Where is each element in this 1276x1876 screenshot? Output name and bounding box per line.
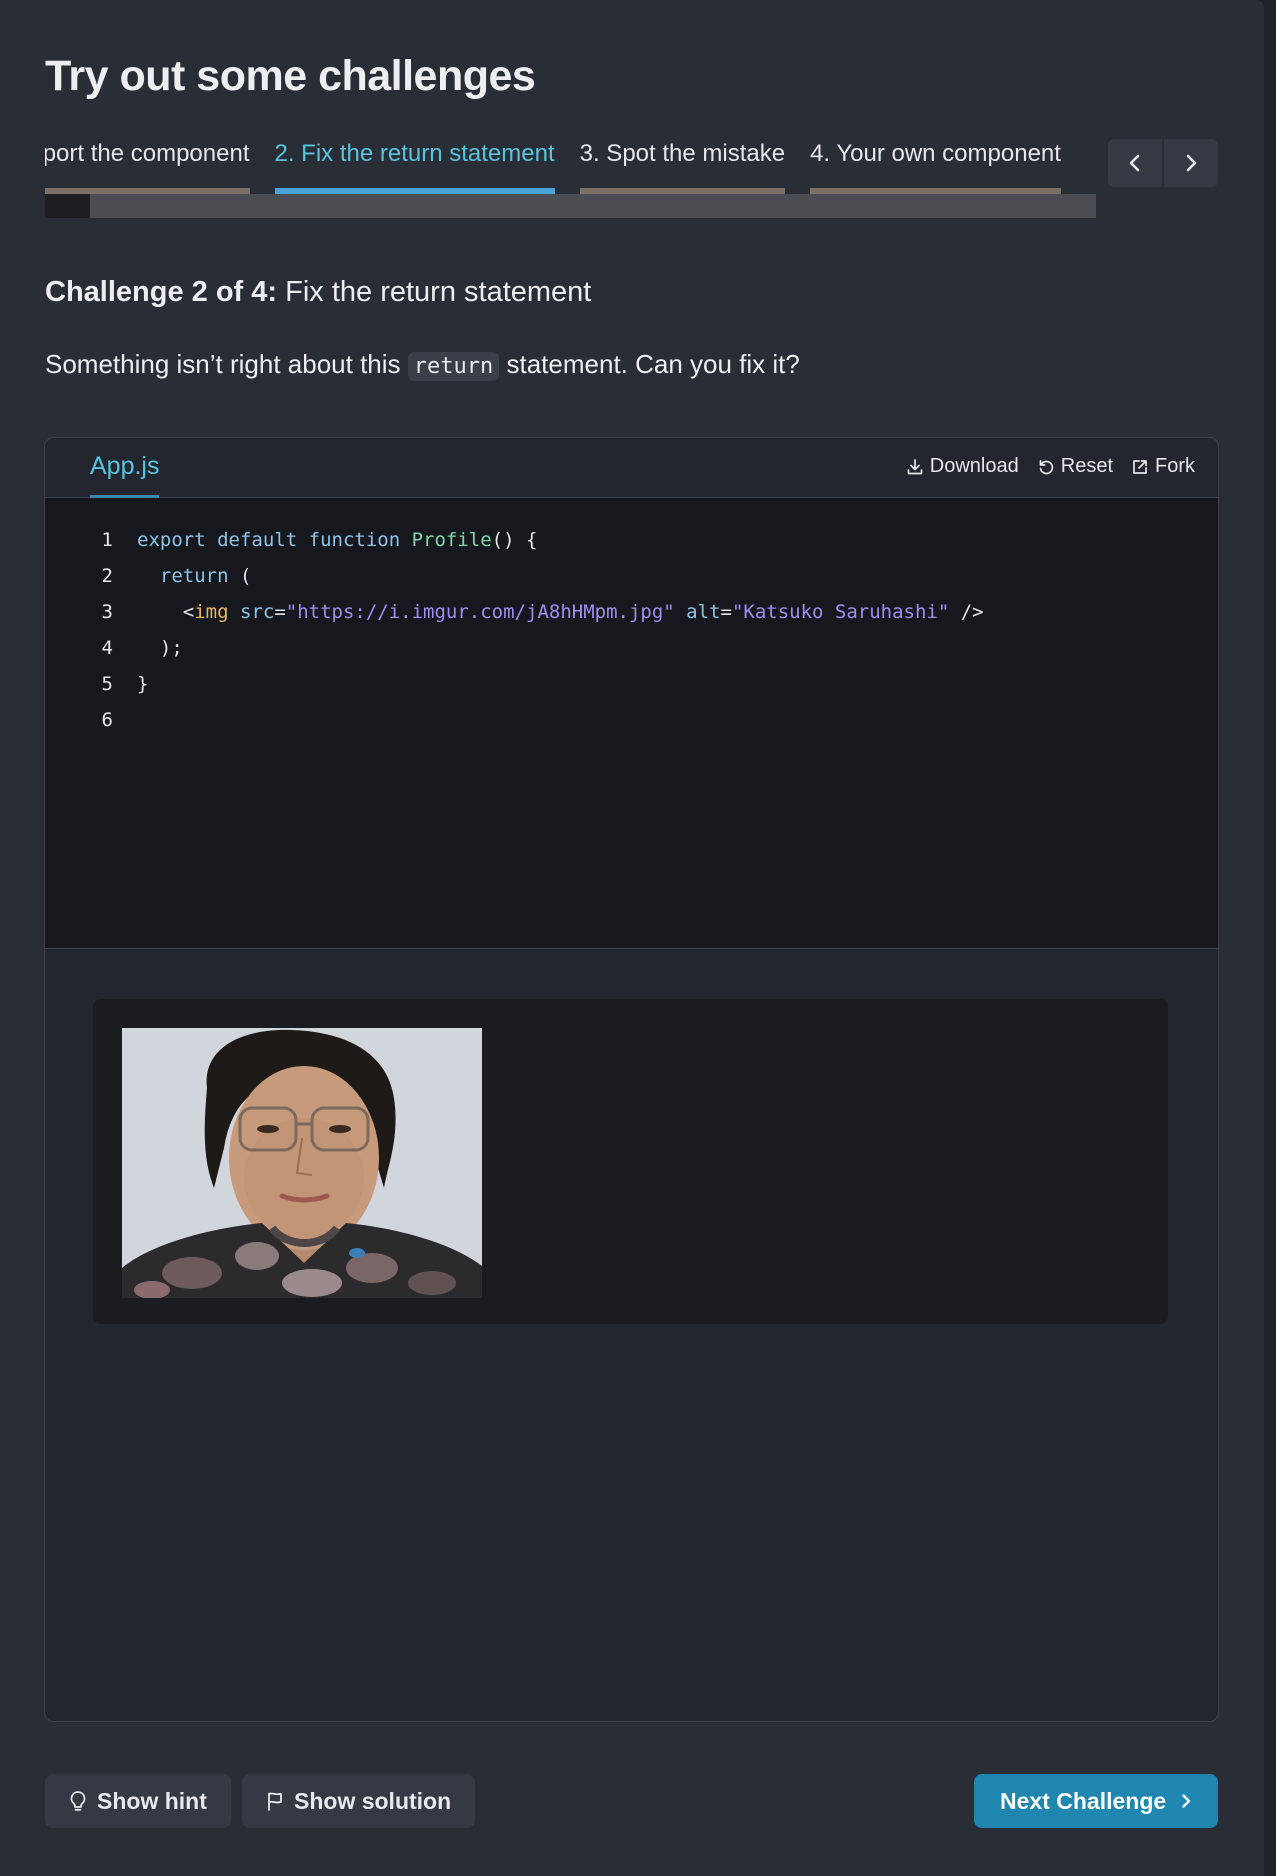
challenges-card: Try out some challenges 1. Export the co… [0, 0, 1264, 1876]
tab-spot-the-mistake[interactable]: 3. Spot the mistake [579, 136, 786, 194]
line-number: 5 [101, 673, 113, 695]
code-line: 4 ); [45, 630, 183, 666]
tab-label: 1. Export the component [45, 140, 250, 167]
line-number: 6 [101, 709, 113, 731]
previous-challenge-button[interactable] [1108, 139, 1162, 187]
code-token: = [274, 601, 286, 623]
code-editor[interactable]: 1 export default function Profile() { 2 r… [45, 498, 1218, 949]
code-token: = [720, 601, 732, 623]
flag-icon [268, 1792, 282, 1811]
reset-icon [1039, 459, 1054, 474]
download-label: Download [929, 455, 1019, 477]
code-token: default [217, 529, 298, 551]
code-line: 6 [45, 702, 137, 738]
next-challenge-button[interactable]: Next Challenge [974, 1774, 1219, 1828]
code-line: 3 <img src="https://i.imgur.com/jA8hHMpm… [45, 594, 984, 630]
inline-code-return: return [407, 352, 500, 381]
profile-image [122, 1028, 482, 1298]
external-link-icon [1133, 459, 1147, 474]
show-solution-button[interactable]: Show solution [242, 1774, 476, 1828]
code-token: ); [137, 637, 183, 659]
code-token: /> [949, 601, 984, 623]
tab-nav-buttons [1108, 139, 1218, 187]
file-tab-app-js[interactable]: App.js [90, 452, 160, 498]
reset-label: Reset [1060, 455, 1113, 477]
line-number: 3 [101, 601, 113, 623]
download-icon [907, 458, 923, 474]
sandbox-actions: Download Reset Fork [906, 455, 1195, 478]
tab-your-own-component[interactable]: 4. Your own component [810, 136, 1061, 194]
code-token: alt [686, 601, 721, 623]
chevron-right-icon [1186, 154, 1197, 172]
page-title: Try out some challenges [45, 52, 536, 100]
code-token: "Katsuko Saruhashi" [731, 601, 950, 623]
code-line: 5} [45, 666, 149, 702]
scrollbar-thumb[interactable] [45, 194, 90, 218]
code-token: img [194, 601, 229, 623]
code-line: 2 return ( [45, 558, 252, 594]
challenge-tabs: 1. Export the component 2. Fix the retur… [45, 136, 1096, 194]
code-token: < [182, 601, 195, 623]
next-tab-button[interactable] [1164, 139, 1218, 187]
tab-label: 3. Spot the mistake [579, 140, 786, 167]
show-hint-label: Show hint [97, 1787, 207, 1814]
code-token: return [159, 565, 229, 587]
code-sandbox: App.js Download Reset Fork 1 export defa… [44, 437, 1219, 1722]
line-number: 1 [101, 529, 113, 551]
challenge-description: Something isn’t right about this return … [45, 349, 800, 381]
code-token: src [240, 601, 275, 623]
line-number: 4 [101, 637, 113, 659]
next-challenge-label: Next Challenge [1000, 1787, 1167, 1814]
reset-button[interactable]: Reset [1037, 455, 1113, 478]
download-button[interactable]: Download [906, 455, 1019, 478]
lightbulb-icon [70, 1791, 86, 1811]
code-token: ( [228, 565, 252, 587]
chevron-right-icon [1182, 1794, 1191, 1808]
description-text: Something isn’t right about this [45, 349, 401, 379]
tab-label: 4. Your own component [810, 140, 1061, 167]
challenge-counter: Challenge 2 of 4: [45, 276, 278, 308]
fork-label: Fork [1155, 455, 1195, 477]
code-token: () { [491, 529, 538, 551]
show-hint-button[interactable]: Show hint [45, 1774, 231, 1828]
tab-label: 2. Fix the return statement [274, 140, 555, 167]
show-solution-label: Show solution [294, 1787, 452, 1814]
code-token: "https://i.imgur.com/jA8hHMpm.jpg" [285, 601, 675, 623]
line-number: 2 [101, 565, 113, 587]
preview-pane [45, 949, 1218, 1721]
code-token: } [137, 673, 149, 695]
code-token: Profile [411, 529, 492, 551]
sandbox-header: App.js Download Reset Fork [45, 438, 1218, 498]
description-text: statement. Can you fix it? [506, 349, 800, 379]
tab-export-component[interactable]: 1. Export the component [45, 136, 250, 194]
tabs-scrollbar[interactable] [45, 194, 1096, 218]
chevron-left-icon [1129, 154, 1140, 172]
tab-fix-return-statement[interactable]: 2. Fix the return statement [274, 136, 555, 194]
code-token: export [137, 529, 206, 551]
challenge-heading: Challenge 2 of 4: Fix the return stateme… [45, 276, 591, 309]
challenge-name: Fix the return statement [285, 276, 592, 308]
code-token: function [308, 529, 401, 551]
code-line: 1 export default function Profile() { [45, 522, 538, 558]
preview-frame [93, 999, 1168, 1324]
fork-button[interactable]: Fork [1131, 455, 1195, 478]
